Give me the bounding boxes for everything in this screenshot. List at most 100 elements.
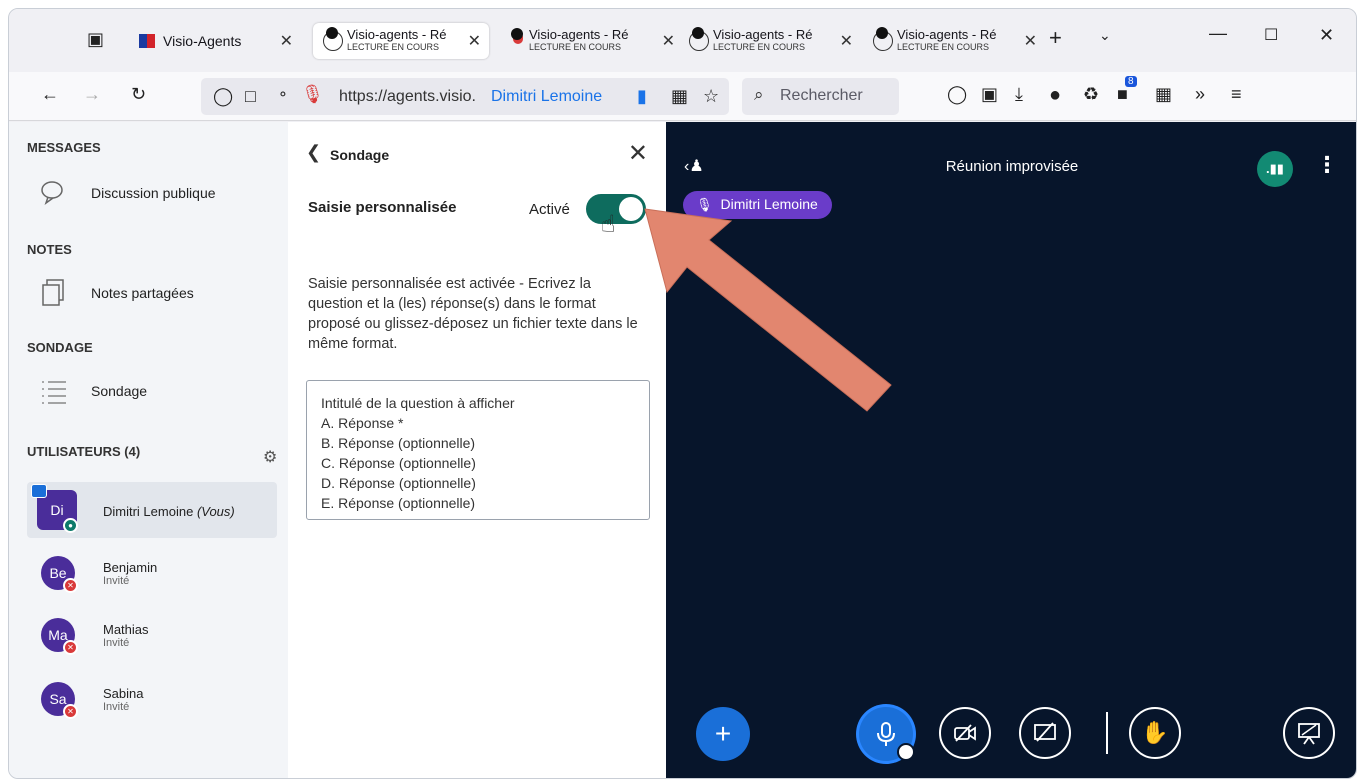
- notes-section-title: NOTES: [27, 242, 72, 257]
- mic-red-icon: [511, 28, 523, 50]
- close-icon[interactable]: ✕: [662, 31, 675, 51]
- more-options-icon[interactable]: ⋮: [1316, 152, 1338, 178]
- avatar-initials: Di: [50, 502, 64, 518]
- divider: [1106, 712, 1108, 754]
- chevron-left-icon[interactable]: ❮: [306, 142, 321, 163]
- url-text[interactable]: https://agents.visio.: [339, 88, 476, 106]
- tab-visio-agents-4[interactable]: Visio-agents - Ré LECTURE EN COURS ✕: [869, 23, 1045, 59]
- tab-list-icon[interactable]: ▣: [87, 29, 104, 50]
- extension-icon[interactable]: ▮: [637, 86, 647, 107]
- close-icon[interactable]: ✕: [628, 139, 648, 168]
- tab-visio-agents-2[interactable]: Visio-agents - Ré LECTURE EN COURS ✕: [507, 23, 683, 59]
- presentation-button[interactable]: [1283, 707, 1335, 759]
- connection-status-icon[interactable]: .▮▮: [1257, 151, 1293, 187]
- close-window-icon[interactable]: ✕: [1319, 25, 1334, 46]
- notification-icon[interactable]: ■ 8: [1117, 76, 1137, 105]
- browser-window: ▣ Visio-Agents ✕ Visio-agents - Ré LECTUR…: [8, 8, 1357, 779]
- chevron-down-icon[interactable]: ⌄: [1099, 27, 1111, 44]
- users-section-title: UTILISATEURS (4): [27, 444, 141, 459]
- back-icon[interactable]: ←: [41, 84, 59, 105]
- account-icon[interactable]: ●: [1049, 84, 1061, 107]
- user-row[interactable]: Be ✕ Benjamin Invité: [29, 546, 269, 602]
- globe-icon: [873, 27, 893, 51]
- talking-indicator: 🎙 Dimitri Lemoine: [683, 191, 832, 219]
- custom-input-label: Saisie personnalisée: [308, 199, 457, 216]
- muted-icon: ✕: [63, 578, 78, 593]
- actions-button[interactable]: +: [696, 707, 750, 761]
- user-row[interactable]: Sa ✕ Sabina Invité: [29, 672, 269, 728]
- user-role: Invité: [103, 575, 130, 587]
- pocket-icon[interactable]: ◯: [947, 84, 967, 105]
- sidebar-item-label: Sondage: [91, 383, 148, 399]
- muted-icon: ✕: [63, 704, 78, 719]
- close-icon[interactable]: ✕: [1024, 31, 1037, 51]
- close-icon[interactable]: ✕: [840, 31, 853, 51]
- user-name: Mathias: [103, 622, 149, 637]
- sidebar-item-public-chat[interactable]: Discussion publique: [39, 178, 216, 208]
- camera-button[interactable]: [939, 707, 991, 759]
- sidebar: MESSAGES Discussion publique NOTES Notes…: [9, 122, 288, 778]
- plus-icon: +: [714, 718, 732, 749]
- reload-icon[interactable]: ↻: [131, 84, 146, 105]
- search-input[interactable]: ⌕ Rechercher: [742, 78, 899, 115]
- overflow-icon[interactable]: »: [1195, 84, 1205, 105]
- user-role: Invité: [103, 637, 130, 649]
- poll-panel-title[interactable]: Sondage: [330, 147, 389, 163]
- screenshare-off-icon: [1034, 722, 1056, 742]
- maximize-icon[interactable]: ☐: [1264, 25, 1278, 45]
- tab-title: Visio-Agents: [163, 33, 242, 49]
- toggle-state-label: Activé: [529, 201, 570, 218]
- tab-subtitle: LECTURE EN COURS: [347, 42, 440, 52]
- user-name-text: Dimitri Lemoine: [103, 504, 194, 519]
- avatar-initials: Sa: [49, 691, 67, 707]
- custom-input-toggle[interactable]: [586, 194, 646, 224]
- tab-visio-agents-active[interactable]: Visio-agents - Ré LECTURE EN COURS ✕: [313, 23, 489, 59]
- forward-icon[interactable]: →: [83, 84, 101, 105]
- notification-badge: 8: [1125, 76, 1137, 87]
- presentation-icon: [1298, 723, 1320, 745]
- mute-button[interactable]: [859, 707, 915, 761]
- user-name: Benjamin: [103, 560, 158, 575]
- raise-hand-button[interactable]: ✋: [1129, 707, 1181, 759]
- textarea-line: Intitulé de la question à afficher: [321, 395, 515, 411]
- avatar-initials: Be: [49, 565, 67, 581]
- menu-icon[interactable]: ≡: [1231, 84, 1242, 105]
- permissions-icon[interactable]: ⚬: [277, 86, 289, 103]
- apps-icon[interactable]: ▦: [1155, 84, 1172, 105]
- download-icon[interactable]: ⤓: [1015, 84, 1023, 105]
- mic-icon[interactable]: 🎙: [301, 84, 324, 105]
- close-icon[interactable]: ✕: [468, 31, 481, 51]
- shield-icon[interactable]: ◯: [213, 86, 233, 107]
- tab-subtitle: LECTURE EN COURS: [529, 42, 622, 52]
- tab-visio-agents-3[interactable]: Visio-agents - Ré LECTURE EN COURS ✕: [685, 23, 861, 59]
- tab-title: Visio-agents - Ré: [713, 27, 813, 42]
- lock-icon[interactable]: □: [245, 86, 256, 107]
- poll-question-textarea[interactable]: Intitulé de la question à afficher A. Ré…: [306, 380, 650, 520]
- presenter-icon: [31, 484, 47, 498]
- flag-icon: [139, 34, 155, 48]
- sidebar-item-label: Discussion publique: [91, 185, 216, 201]
- textarea-line: B. Réponse (optionnelle): [321, 435, 476, 451]
- sidebar-item-poll[interactable]: Sondage: [39, 376, 147, 406]
- user-row[interactable]: Ma ✕ Mathias Invité: [29, 608, 269, 664]
- extensions-icon[interactable]: ♻: [1083, 84, 1099, 105]
- screenshare-button[interactable]: [1019, 707, 1071, 759]
- camera-off-icon: [954, 724, 976, 742]
- poll-section-title: SONDAGE: [27, 340, 93, 355]
- user-name: Sabina: [103, 686, 144, 701]
- bookmark-star-icon[interactable]: ☆: [703, 86, 719, 107]
- search-placeholder: Rechercher: [780, 87, 863, 104]
- screenshot-icon[interactable]: ▣: [981, 84, 998, 105]
- url-bar[interactable]: ◯ □ ⚬ 🎙 https://agents.visio. Dimitri Le…: [201, 78, 729, 115]
- close-icon[interactable]: ✕: [280, 31, 293, 51]
- chevron-up-icon[interactable]: [897, 743, 915, 761]
- minimize-icon[interactable]: —: [1209, 23, 1227, 44]
- qr-icon[interactable]: ▦: [671, 86, 688, 107]
- tab-visio-agents[interactable]: Visio-Agents ✕: [131, 23, 293, 59]
- user-row[interactable]: Di ● Dimitri Lemoine (Vous): [27, 482, 277, 538]
- gear-icon[interactable]: ⚙: [263, 447, 277, 467]
- user-role: Invité: [103, 701, 130, 713]
- sidebar-item-shared-notes[interactable]: Notes partagées: [39, 278, 194, 308]
- globe-icon: [689, 27, 709, 51]
- new-tab-icon[interactable]: +: [1049, 25, 1062, 51]
